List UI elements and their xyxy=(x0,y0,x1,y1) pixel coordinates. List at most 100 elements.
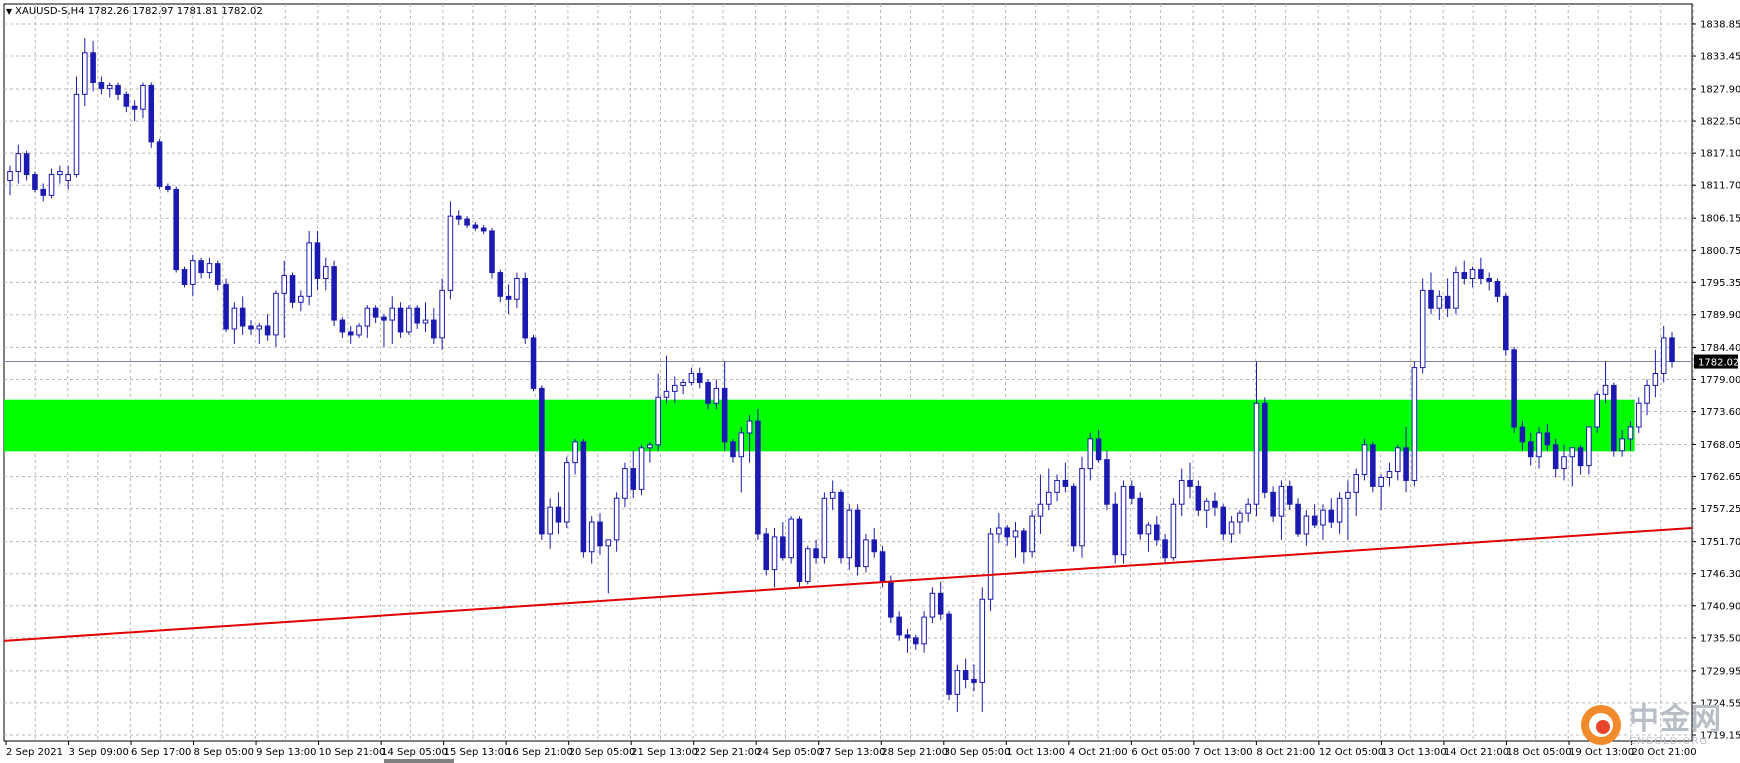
x-tick-label: 20 Oct 21:00 xyxy=(1631,747,1696,758)
x-tick-label: 10 Sep 21:00 xyxy=(319,747,386,758)
candle-body-bear xyxy=(696,373,703,383)
candle-body-bull xyxy=(605,539,612,547)
candle-body-bear xyxy=(1129,485,1135,499)
candle-body-bear xyxy=(1070,485,1077,547)
candle-body-bull xyxy=(1394,447,1401,473)
candle xyxy=(1594,391,1600,433)
candle xyxy=(522,272,529,344)
candle-body-bear xyxy=(1511,349,1517,428)
candle-body-bull xyxy=(1303,515,1310,535)
candle xyxy=(406,305,412,335)
x-tick-label: 18 Oct 05:00 xyxy=(1506,747,1571,758)
candle xyxy=(796,516,803,588)
candle-body-bull xyxy=(1644,384,1650,404)
y-tick-label: 1757.25 xyxy=(1700,504,1740,515)
x-tick-label: 4 Oct 21:00 xyxy=(1069,747,1128,758)
candle-body-bull xyxy=(663,390,670,398)
candle-body-bear xyxy=(123,93,130,107)
candle-body-bear xyxy=(937,592,944,615)
candle-body-bull xyxy=(622,468,628,499)
candle-body-bear xyxy=(347,331,354,336)
candle-body-bear xyxy=(431,319,437,339)
candle-body-bear xyxy=(1162,539,1168,559)
candle-body-bull xyxy=(1469,269,1476,279)
candle-body-bull xyxy=(638,447,645,490)
x-tick-label: 8 Oct 21:00 xyxy=(1256,747,1315,758)
candle-body-bull xyxy=(1178,479,1185,505)
candle-body-bull xyxy=(57,171,63,176)
candle-body-bull xyxy=(82,52,88,95)
x-tick-label: 6 Oct 05:00 xyxy=(1131,747,1190,758)
candle-body-bear xyxy=(1527,441,1534,458)
candle xyxy=(1511,346,1517,433)
candle-body-bull xyxy=(439,289,445,339)
candle xyxy=(1104,450,1110,511)
candle-body-bull xyxy=(1054,479,1060,493)
candle-body-bull xyxy=(1320,509,1326,526)
candle-body-bear xyxy=(165,185,171,190)
candle-body-bull xyxy=(1436,295,1443,309)
candle-body-bull xyxy=(547,506,553,535)
candle xyxy=(1170,498,1177,561)
candle-body-bull xyxy=(1245,503,1251,514)
candle-body-bear xyxy=(913,637,919,645)
candle-body-bear xyxy=(1295,503,1301,535)
candle-body-bear xyxy=(555,506,562,523)
candle-body-bull xyxy=(688,373,695,383)
candle-body-bear xyxy=(331,266,337,321)
y-tick-label: 1751.70 xyxy=(1700,537,1740,548)
y-tick-label: 1833.45 xyxy=(1700,52,1740,63)
candle-body-bull xyxy=(1203,500,1210,511)
candle-body-bull xyxy=(106,84,113,89)
candle-body-bull xyxy=(1602,384,1609,395)
candle-body-bear xyxy=(1187,479,1193,487)
y-tick-label: 1784.40 xyxy=(1700,343,1740,354)
y-tick-label: 1773.60 xyxy=(1700,407,1740,418)
candle-body-bull xyxy=(48,174,55,196)
candle-body-bull xyxy=(613,497,620,541)
candle-body-bull xyxy=(1411,367,1418,481)
candle-body-bear xyxy=(946,613,952,695)
candle-body-bull xyxy=(1353,474,1360,493)
x-tick-label: 6 Sep 17:00 xyxy=(131,747,191,758)
x-tick-label: 22 Sep 21:00 xyxy=(694,747,761,758)
scroll-indicator[interactable] xyxy=(384,759,454,763)
candle xyxy=(148,82,155,148)
candle-body-bull xyxy=(1237,512,1243,523)
candle-body-bull xyxy=(954,670,961,695)
y-tick-label: 1735.50 xyxy=(1700,633,1740,644)
y-tick-label: 1800.75 xyxy=(1700,246,1740,257)
candle-body-bear xyxy=(539,387,545,535)
candle-body-bull xyxy=(1278,485,1285,517)
caret-down-icon[interactable]: ▼ xyxy=(6,7,12,16)
y-tick-label: 1762.65 xyxy=(1700,472,1740,483)
candle xyxy=(1137,492,1143,540)
candle xyxy=(489,228,495,279)
candle xyxy=(1029,510,1035,558)
candle xyxy=(763,527,769,576)
candle-body-bull xyxy=(15,153,22,173)
candle-body-bear xyxy=(181,269,188,285)
candle-body-bull xyxy=(1619,438,1625,452)
candle xyxy=(1611,382,1617,457)
candle-body-bull xyxy=(647,444,653,449)
x-tick-label: 1 Oct 13:00 xyxy=(1006,747,1065,758)
candle-body-bear xyxy=(1494,280,1501,297)
candle xyxy=(1361,438,1368,481)
candle-body-bear xyxy=(1286,485,1293,505)
candle-body-bear xyxy=(796,518,803,582)
candle xyxy=(447,201,454,300)
candle-body-bull xyxy=(1087,438,1094,470)
candle xyxy=(1370,441,1376,493)
candle xyxy=(1453,266,1459,315)
candle-body-bear xyxy=(763,533,769,571)
candle-body-bull xyxy=(996,527,1002,535)
current-price-label: 1782.02 xyxy=(1698,358,1739,369)
candle-body-bear xyxy=(1403,447,1409,481)
candle xyxy=(1070,483,1077,552)
candle-body-bull xyxy=(1228,521,1235,535)
candle-body-bull xyxy=(987,533,994,600)
candle-body-bull xyxy=(829,491,836,499)
candle-body-bull xyxy=(514,277,520,300)
x-tick-label: 15 Sep 13:00 xyxy=(444,747,511,758)
